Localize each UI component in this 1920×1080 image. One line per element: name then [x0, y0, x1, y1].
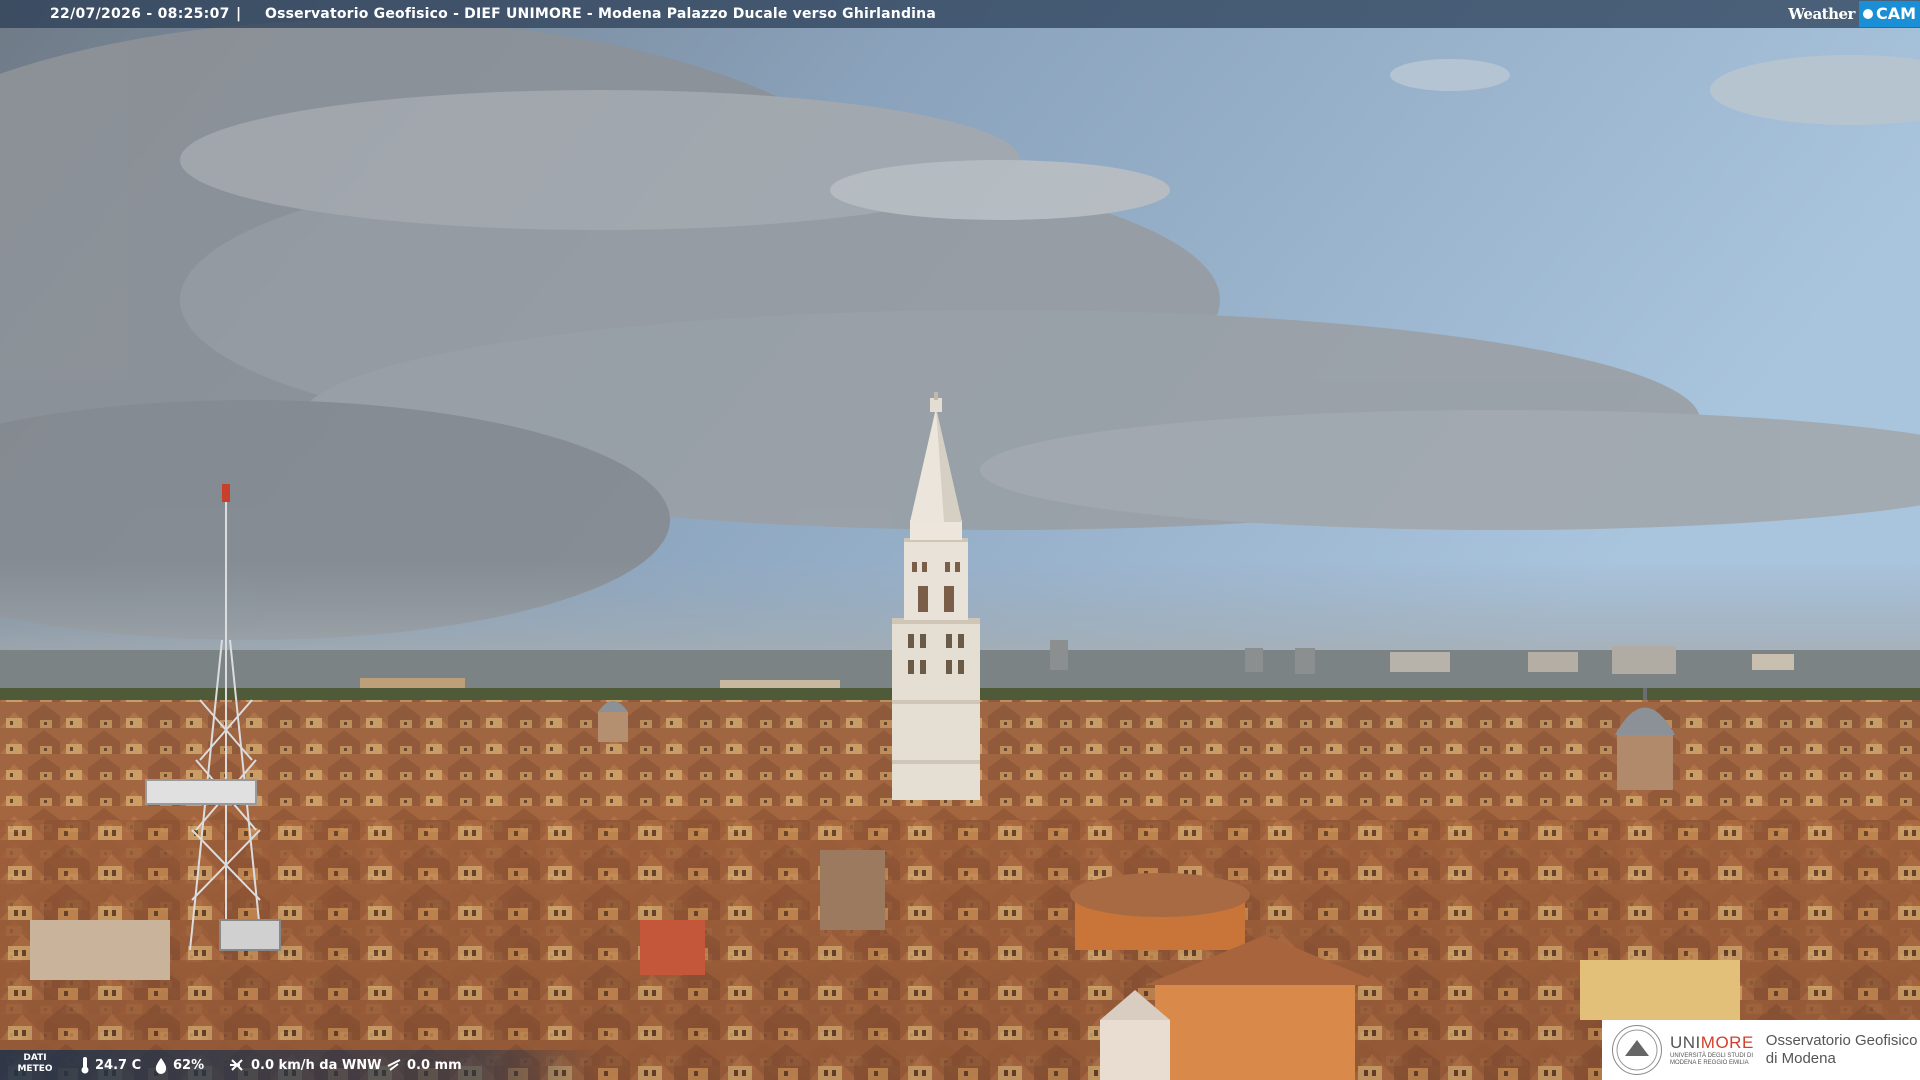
rain-icon	[387, 1059, 401, 1071]
meteo-bar: DATI METEO 24.7 C 62% 0.0 km/h da WNW 0.…	[0, 1050, 600, 1080]
unimore-seal-icon	[1612, 1025, 1662, 1075]
wind-reading: 0.0 km/h da WNW	[228, 1050, 381, 1080]
lens-icon	[1862, 9, 1873, 19]
unimore-wordmark: UNIMORE UNIVERSITÀ DEGLI STUDI DI MODENA…	[1670, 1033, 1754, 1066]
observatory-name: Osservatorio Geofisico di Modena	[1765, 1032, 1918, 1067]
humidity-drop-icon	[155, 1058, 167, 1074]
header-separator: |	[236, 6, 242, 22]
weathercam-logo: Weather CAM	[1788, 0, 1920, 28]
brand-weather: Weather	[1788, 5, 1855, 23]
rain-reading: 0.0 mm	[386, 1050, 462, 1080]
brand-cam-badge: CAM	[1858, 1, 1920, 27]
camera-title: Osservatorio Geofisico - DIEF UNIMORE - …	[265, 6, 936, 22]
temperature-reading: 24.7 C	[80, 1050, 141, 1080]
humidity-reading: 62%	[154, 1050, 204, 1080]
webcam-image	[0, 0, 1920, 1080]
meteo-label: DATI METEO	[17, 1053, 53, 1074]
timestamp: 22/07/2026 - 08:25:07	[50, 6, 230, 22]
brand-cam: CAM	[1875, 4, 1916, 23]
wind-icon	[230, 1059, 243, 1071]
thermometer-icon	[81, 1057, 89, 1074]
unimore-logo: UNIMORE UNIVERSITÀ DEGLI STUDI DI MODENA…	[1602, 1020, 1920, 1080]
overlay-header: 22/07/2026 - 08:25:07 | Osservatorio Geo…	[0, 0, 1920, 28]
